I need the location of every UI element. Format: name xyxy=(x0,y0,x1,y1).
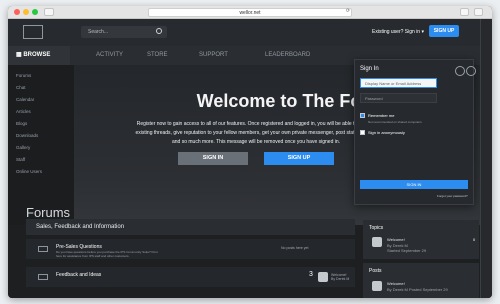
browse-sidebar: Forums Chat Calendar Articles Blogs Down… xyxy=(8,65,74,225)
remember-me-label: Remember me xyxy=(368,113,395,118)
sidebar-item-staff[interactable]: Staff xyxy=(16,157,25,162)
browser-window: wellor.net ⟳ Search... Existing user? Si… xyxy=(8,6,492,298)
leaderboard-tab[interactable]: LEADERBOARD xyxy=(265,52,310,58)
sidebar-item-online-users[interactable]: Online Users xyxy=(16,169,42,174)
linkedin-icon[interactable] xyxy=(466,66,476,76)
topic-count: 0 xyxy=(473,237,476,242)
hero-sign-in-button[interactable]: SIGN IN xyxy=(178,152,248,165)
scroll-track[interactable] xyxy=(480,19,492,298)
topics-title: Topics xyxy=(369,225,384,231)
sign-in-icon[interactable] xyxy=(455,66,465,76)
forum-latest-post: Welcome! By Derek M xyxy=(331,273,350,281)
existing-user-signin-link[interactable]: Existing user? Sign in ▾ xyxy=(372,29,424,35)
sidebar-item-downloads[interactable]: Downloads xyxy=(16,133,38,138)
sidebar-item-forums[interactable]: Forums xyxy=(16,73,31,78)
site-logo[interactable] xyxy=(23,25,43,39)
sidebar-item-blogs[interactable]: Blogs xyxy=(16,121,27,126)
hero-sign-up-button[interactable]: SIGN UP xyxy=(264,152,334,165)
sidebar-item-articles[interactable]: Articles xyxy=(16,109,31,114)
forum-page: Search... Existing user? Sign in ▾ SIGN … xyxy=(8,19,492,298)
search-placeholder: Search... xyxy=(88,29,109,35)
topics-widget: Topics Welcome! By Derek M Started Septe… xyxy=(363,220,479,259)
forum-title[interactable]: Feedback and Ideas xyxy=(56,272,101,278)
posts-title: Posts xyxy=(369,268,382,274)
signup-button[interactable]: SIGN UP xyxy=(429,25,459,37)
password-input[interactable]: Password xyxy=(360,93,437,103)
browser-toolbar: wellor.net ⟳ xyxy=(8,6,492,19)
topic-title[interactable]: Welcome! xyxy=(387,237,405,242)
forum-row[interactable]: Feedback and Ideas 3 Welcome! By Derek M xyxy=(26,267,355,287)
chat-bubble-icon xyxy=(38,274,48,280)
sidebar-item-gallery[interactable]: Gallery xyxy=(16,145,30,150)
tabs-icon[interactable] xyxy=(474,8,483,16)
posts-widget: Posts Welcome! By Derek M Posted Septemb… xyxy=(363,263,479,298)
sidebar-item-calendar[interactable]: Calendar xyxy=(16,97,34,102)
forum-post-count: 3 xyxy=(309,271,313,278)
sign-in-title: Sign In xyxy=(360,66,379,72)
anonymous-label: Sign in anonymously xyxy=(368,130,405,135)
sign-in-dropdown: Sign In Display Name or Email Address Pa… xyxy=(354,59,474,205)
chat-bubble-icon xyxy=(38,246,48,252)
topic-meta: By Derek M Started September 29 xyxy=(387,243,427,253)
support-tab[interactable]: SUPPORT xyxy=(199,52,228,58)
display-name-input[interactable]: Display Name or Email Address xyxy=(360,78,437,88)
post-title[interactable]: Welcome! xyxy=(387,281,405,286)
minimize-window-button[interactable] xyxy=(23,9,29,15)
forum-row[interactable]: Pre-Sales Questions Do you have question… xyxy=(26,239,355,259)
maximize-window-button[interactable] xyxy=(32,9,38,15)
sidebar-item-chat[interactable]: Chat xyxy=(16,85,26,90)
user-avatar[interactable] xyxy=(318,272,328,282)
user-avatar[interactable] xyxy=(372,281,382,291)
browse-label: BROWSE xyxy=(23,52,51,58)
forum-section-header[interactable]: Sales, Feedback and Information xyxy=(26,219,355,235)
forum-description: Do you have questions before you purchas… xyxy=(56,250,158,258)
share-icon[interactable] xyxy=(460,8,469,16)
address-bar[interactable]: wellor.net xyxy=(148,8,352,17)
user-avatar[interactable] xyxy=(372,237,382,247)
forgot-password-link[interactable]: Forgot your password? xyxy=(437,194,468,198)
sidebar-icon[interactable] xyxy=(44,8,54,16)
remember-me-note: Not recommended on shared computers xyxy=(368,120,422,124)
post-meta: By Derek M Posted September 29 xyxy=(387,287,448,292)
dropdown-sign-in-button[interactable]: SIGN IN xyxy=(360,180,468,189)
forum-latest-post: No posts here yet xyxy=(281,246,309,250)
site-header: Search... Existing user? Sign in ▾ SIGN … xyxy=(8,19,492,46)
search-input[interactable]: Search... xyxy=(81,26,167,38)
anonymous-checkbox[interactable] xyxy=(360,130,365,135)
remember-me-checkbox[interactable] xyxy=(360,113,365,118)
refresh-icon[interactable]: ⟳ xyxy=(344,8,352,16)
activity-tab[interactable]: ACTIVITY xyxy=(96,52,123,58)
forums-heading: Forums xyxy=(26,205,71,220)
search-icon[interactable] xyxy=(156,28,162,34)
store-tab[interactable]: STORE xyxy=(147,52,168,58)
browse-tab[interactable]: ▦ BROWSE xyxy=(8,46,70,65)
close-window-button[interactable] xyxy=(14,9,20,15)
